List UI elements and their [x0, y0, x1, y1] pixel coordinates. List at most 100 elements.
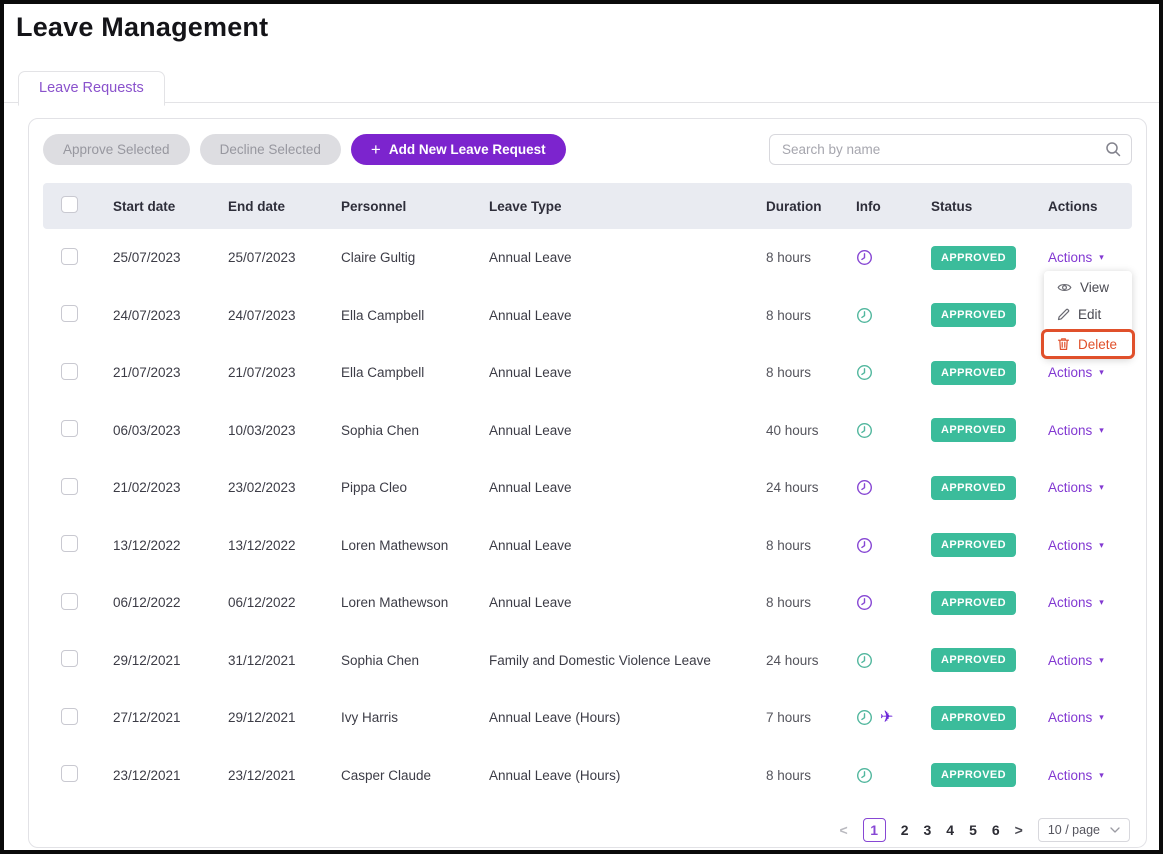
pagination-page-2[interactable]: 2 [901, 822, 909, 838]
add-new-leave-request-button[interactable]: + Add New Leave Request [350, 134, 566, 165]
row-actions-link[interactable]: Actions ▾ [1048, 768, 1104, 783]
cell-personnel: Ella Campbell [341, 307, 425, 323]
cell-info: ✈ [856, 249, 931, 266]
actions-link-label: Actions [1048, 480, 1093, 496]
cell-status: APPROVED [931, 475, 1048, 500]
cell-duration: 8 hours [766, 767, 812, 783]
cell-leave-type: Annual Leave [489, 480, 572, 496]
cell-checkbox [43, 477, 113, 498]
chevron-down-icon [1110, 827, 1120, 833]
cell-status: APPROVED [931, 360, 1048, 385]
row-checkbox[interactable] [61, 477, 78, 495]
clock-icon [856, 652, 873, 669]
cell-personnel: Pippa Cleo [341, 480, 408, 496]
cell-actions: Actions ▾ [1048, 538, 1132, 553]
actions-link-label: Actions [1048, 710, 1093, 726]
pagination-page-3[interactable]: 3 [923, 822, 931, 838]
cell-personnel: Loren Mathewson [341, 537, 449, 553]
cell-end-date: 24/07/2023 [228, 307, 296, 323]
cell-checkbox [43, 535, 113, 555]
table-row: 29/12/2021 31/12/2021 Sophia Chen Family… [43, 632, 1132, 690]
cell-end-date: 06/12/2022 [228, 595, 296, 611]
cell-leave-type: Annual Leave [489, 537, 572, 553]
pagination-page-6[interactable]: 6 [992, 822, 1000, 838]
cell-leave-type: Annual Leave [489, 365, 572, 381]
clock-icon [856, 594, 873, 611]
row-actions-link[interactable]: Actions ▾ [1048, 538, 1104, 553]
cell-info: ✈ [856, 594, 931, 611]
table-row: 06/12/2022 06/12/2022 Loren Mathewson An… [43, 574, 1132, 632]
cell-info: ✈ [856, 479, 931, 496]
row-checkbox[interactable] [61, 592, 78, 610]
cell-personnel: Ella Campbell [341, 365, 425, 381]
row-actions-link[interactable]: Actions ▾ [1048, 365, 1104, 380]
page-size-select[interactable]: 10 / page [1037, 818, 1130, 842]
eye-icon [1057, 282, 1072, 293]
actions-link-label: Actions [1048, 250, 1093, 266]
table-header-row: Start date End date Personnel Leave Type… [43, 183, 1132, 229]
cell-checkbox [43, 765, 113, 785]
menu-item-view[interactable]: View [1044, 274, 1132, 301]
toolbar: Approve Selected Decline Selected + Add … [29, 119, 1146, 179]
pagination-prev-button[interactable]: < [840, 822, 848, 838]
status-badge: APPROVED [931, 360, 1016, 385]
cell-leave-type: Annual Leave (Hours) [489, 710, 621, 726]
cell-info: ✈ [856, 709, 931, 726]
cell-duration: 24 hours [766, 652, 819, 668]
row-actions-link[interactable]: Actions ▾ [1048, 710, 1104, 725]
cell-start-date: 21/07/2023 [113, 365, 181, 381]
table-row: 24/07/2023 24/07/2023 Ella Campbell Annu… [43, 287, 1132, 345]
page-title: Leave Management [16, 12, 269, 42]
row-checkbox[interactable] [61, 247, 78, 265]
actions-link-label: Actions [1048, 537, 1093, 553]
cell-duration: 24 hours [766, 480, 819, 496]
cell-info: ✈ [856, 652, 931, 669]
cell-actions: Actions ▾ [1048, 595, 1132, 610]
cell-start-date: 21/02/2023 [113, 480, 181, 496]
table-row: 21/02/2023 23/02/2023 Pippa Cleo Annual … [43, 459, 1132, 517]
cell-duration: 8 hours [766, 595, 812, 611]
row-actions-link[interactable]: Actions ▾ [1048, 595, 1104, 610]
row-actions-link[interactable]: Actions ▾ [1048, 480, 1104, 495]
cell-status: APPROVED [931, 245, 1048, 270]
row-actions-link[interactable]: Actions ▾ [1048, 653, 1104, 668]
approve-selected-button[interactable]: Approve Selected [43, 134, 190, 165]
table-row: 23/12/2021 23/12/2021 Casper Claude Annu… [43, 747, 1132, 805]
menu-item-delete[interactable]: Delete [1041, 329, 1135, 359]
chevron-down-icon: ▾ [1099, 654, 1104, 665]
chevron-down-icon: ▾ [1099, 482, 1104, 493]
page-size-value: 10 / page [1047, 823, 1100, 837]
tab-leave-requests[interactable]: Leave Requests [18, 71, 165, 106]
row-checkbox[interactable] [61, 765, 78, 783]
header-actions: Actions [1048, 198, 1098, 214]
clock-icon [856, 767, 873, 784]
status-badge: APPROVED [931, 533, 1016, 558]
row-actions-link[interactable]: Actions ▾ [1048, 423, 1104, 438]
row-checkbox[interactable] [61, 535, 78, 553]
menu-item-edit[interactable]: Edit [1044, 301, 1132, 328]
cell-checkbox [43, 707, 113, 728]
cell-actions: Actions ▾ [1048, 653, 1132, 668]
cell-start-date: 29/12/2021 [113, 652, 181, 668]
plane-icon: ✈ [880, 708, 894, 726]
leave-management-window: Leave Management Leave Requests Approve … [0, 0, 1163, 854]
select-all-checkbox[interactable] [61, 196, 78, 213]
cell-personnel: Sophia Chen [341, 422, 420, 438]
decline-selected-button[interactable]: Decline Selected [199, 134, 341, 165]
table-row: 21/07/2023 21/07/2023 Ella Campbell Annu… [43, 344, 1132, 402]
row-checkbox[interactable] [61, 707, 78, 725]
leave-requests-panel: Approve Selected Decline Selected + Add … [28, 118, 1147, 848]
cell-start-date: 25/07/2023 [113, 250, 181, 266]
row-checkbox[interactable] [61, 362, 78, 380]
row-checkbox[interactable] [61, 305, 78, 323]
pagination-page-4[interactable]: 4 [946, 822, 954, 838]
search-input[interactable] [769, 134, 1132, 165]
pagination-next-button[interactable]: > [1015, 822, 1023, 838]
cell-personnel: Casper Claude [341, 767, 432, 783]
pagination-page-5[interactable]: 5 [969, 822, 977, 838]
row-actions-link[interactable]: Actions ▾ [1048, 250, 1104, 265]
clock-icon [856, 422, 873, 439]
pagination-page-1[interactable]: 1 [862, 818, 886, 842]
row-checkbox[interactable] [61, 420, 78, 438]
row-checkbox[interactable] [61, 650, 78, 668]
